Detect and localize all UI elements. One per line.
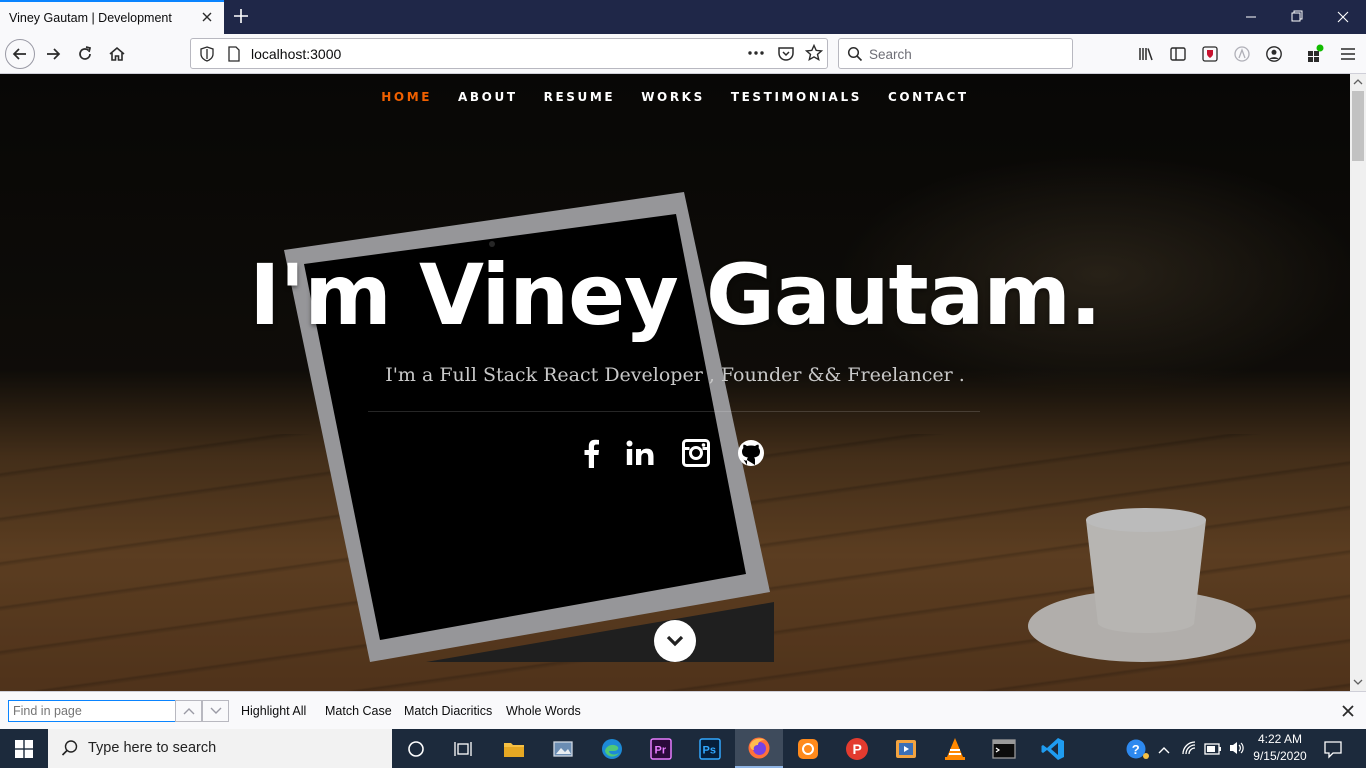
match-case-option[interactable]: Match Case <box>325 704 392 718</box>
close-findbar-icon[interactable] <box>1340 703 1356 719</box>
url-bar[interactable]: localhost:3000 <box>190 38 828 69</box>
scroll-down-arrow-icon[interactable] <box>1353 678 1363 686</box>
chevron-down-icon <box>666 635 684 647</box>
page-actions-icon[interactable] <box>747 45 765 66</box>
library-icon[interactable] <box>1132 39 1162 69</box>
match-diacritics-option[interactable]: Match Diacritics <box>404 704 492 718</box>
tab-title: Viney Gautam | Development <box>9 11 172 25</box>
search-bar[interactable]: Search <box>838 38 1073 69</box>
media-player-icon[interactable] <box>882 729 930 768</box>
taskbar-search-box[interactable]: Type here to search <box>48 729 392 768</box>
back-arrow-icon[interactable] <box>5 39 35 69</box>
cortana-icon[interactable] <box>392 729 440 768</box>
whole-words-option[interactable]: Whole Words <box>506 704 581 718</box>
extension-a-icon[interactable] <box>1227 39 1257 69</box>
clock-date[interactable]: 9/15/2020 <box>1245 749 1315 763</box>
chevron-down-icon <box>210 707 221 714</box>
close-window-icon[interactable] <box>1320 0 1366 34</box>
reload-icon[interactable] <box>70 39 100 69</box>
linkedin-icon[interactable] <box>623 436 657 470</box>
nav-testimonials[interactable]: TESTIMONIALS <box>731 90 862 104</box>
windows-start-icon[interactable] <box>0 729 48 768</box>
svg-text:Pr: Pr <box>655 744 667 756</box>
premiere-pro-icon[interactable]: Pr <box>637 729 685 768</box>
url-text[interactable]: localhost:3000 <box>251 46 341 62</box>
file-explorer-icon[interactable] <box>490 729 538 768</box>
nav-about[interactable]: ABOUT <box>458 90 518 104</box>
facebook-icon[interactable] <box>574 436 608 470</box>
browser-navbar: localhost:3000 Search <box>0 34 1366 74</box>
highlight-all-option[interactable]: Highlight All <box>241 704 306 718</box>
search-icon <box>847 46 863 67</box>
sidebar-icon[interactable] <box>1163 39 1193 69</box>
pocket-icon[interactable] <box>777 45 795 68</box>
nav-home[interactable]: HOME <box>381 90 432 104</box>
search-icon <box>61 739 79 762</box>
edge-browser-icon[interactable] <box>588 729 636 768</box>
find-in-page-input[interactable] <box>8 700 176 722</box>
nav-resume[interactable]: RESUME <box>544 90 616 104</box>
search-placeholder: Search <box>869 47 912 62</box>
volume-icon[interactable] <box>1228 740 1246 761</box>
find-previous-button[interactable] <box>175 700 202 722</box>
help-icon[interactable]: ? <box>1126 738 1150 765</box>
minimize-window-icon[interactable] <box>1228 0 1274 34</box>
vlc-icon[interactable] <box>931 729 979 768</box>
chevron-up-icon <box>183 708 194 715</box>
nav-contact[interactable]: CONTACT <box>888 90 969 104</box>
app-p-icon[interactable]: P <box>833 729 881 768</box>
social-links <box>570 436 770 470</box>
firefox-icon[interactable] <box>735 729 783 768</box>
restore-window-icon[interactable] <box>1274 0 1320 34</box>
page-info-icon[interactable] <box>227 46 241 67</box>
svg-text:?: ? <box>1132 742 1140 757</box>
instagram-icon[interactable] <box>679 436 713 470</box>
nav-works[interactable]: WORKS <box>641 90 705 104</box>
svg-text:Ps: Ps <box>703 744 716 756</box>
hero-subtitle: I'm a Full Stack React Developer , Found… <box>385 364 965 386</box>
taskbar-search-placeholder: Type here to search <box>88 740 217 756</box>
account-icon[interactable] <box>1259 39 1289 69</box>
notifications-icon[interactable] <box>1323 739 1343 764</box>
new-tab-plus-icon[interactable] <box>232 7 250 25</box>
clock-time[interactable]: 4:22 AM <box>1245 732 1315 746</box>
browser-tab[interactable]: Viney Gautam | Development <box>0 0 224 34</box>
battery-icon[interactable] <box>1204 742 1222 760</box>
extension-shield-icon[interactable] <box>1195 39 1225 69</box>
windows-taskbar: Type here to search Pr Ps P ? 4:22 AM 9/… <box>0 729 1366 768</box>
task-view-icon[interactable] <box>440 729 488 768</box>
uc-browser-icon[interactable] <box>784 729 832 768</box>
app-photos-icon[interactable] <box>539 729 587 768</box>
scroll-down-button[interactable] <box>654 620 696 662</box>
tray-chevron-up-icon[interactable] <box>1157 742 1171 760</box>
network-icon[interactable] <box>1181 740 1199 761</box>
find-bar: Highlight All Match Case Match Diacritic… <box>0 691 1366 729</box>
extensions-puzzle-icon[interactable] <box>1300 39 1330 69</box>
terminal-icon[interactable] <box>980 729 1028 768</box>
vscode-icon[interactable] <box>1029 729 1077 768</box>
github-icon[interactable] <box>734 436 768 470</box>
hero-title: I'm Viney Gautam. <box>249 246 1102 344</box>
tab-close-icon[interactable] <box>199 9 215 25</box>
scrollbar-thumb[interactable] <box>1352 91 1364 161</box>
forward-arrow-icon[interactable] <box>38 39 68 69</box>
photoshop-icon[interactable]: Ps <box>686 729 734 768</box>
page-scrollbar[interactable] <box>1350 74 1366 691</box>
svg-text:P: P <box>853 741 862 757</box>
menu-hamburger-icon[interactable] <box>1333 39 1363 69</box>
home-icon[interactable] <box>102 39 132 69</box>
scroll-up-arrow-icon[interactable] <box>1353 78 1363 86</box>
hero-section: HOME ABOUT RESUME WORKS TESTIMONIALS CON… <box>0 74 1350 691</box>
tracking-shield-icon[interactable] <box>199 46 215 67</box>
find-next-button[interactable] <box>202 700 229 722</box>
bookmark-star-icon[interactable] <box>804 43 824 67</box>
hero-divider <box>368 411 980 412</box>
site-nav: HOME ABOUT RESUME WORKS TESTIMONIALS CON… <box>0 90 1350 104</box>
browser-titlebar: Viney Gautam | Development <box>0 0 1366 34</box>
